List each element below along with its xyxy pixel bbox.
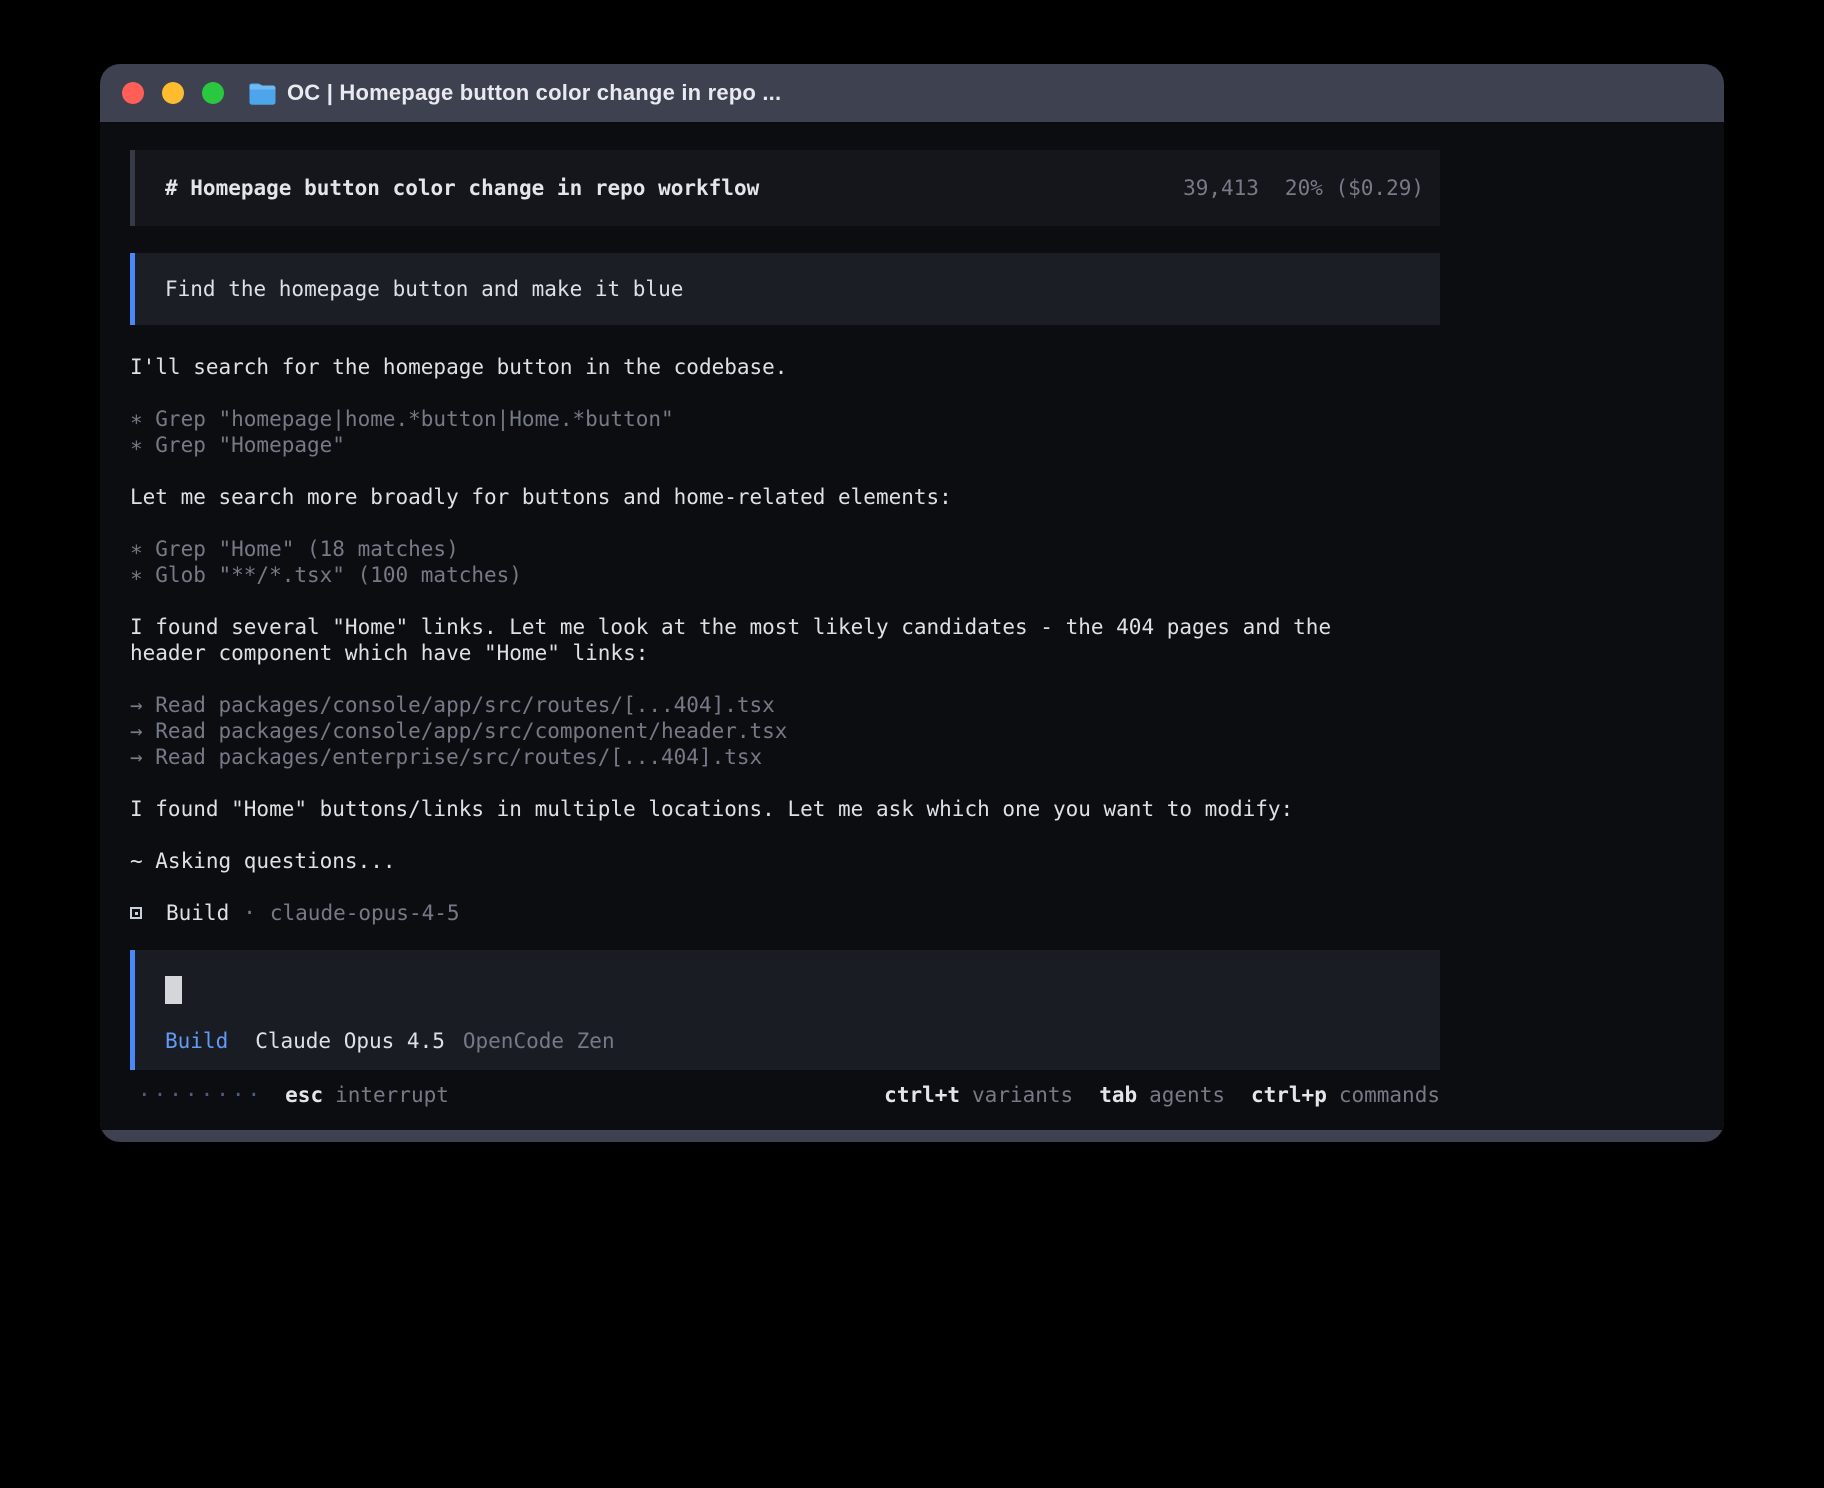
shortcut-label: commands <box>1339 1082 1440 1108</box>
shortcut-variants: ctrl+t variants <box>884 1082 1073 1108</box>
folder-icon <box>248 82 276 105</box>
tool-call-read: → Read packages/console/app/src/routes/[… <box>130 692 1440 718</box>
tool-call-glob: ∗ Glob "**/*.tsx" (100 matches) <box>130 562 1440 588</box>
assistant-text: I found several "Home" links. Let me loo… <box>130 614 1440 666</box>
terminal-window: OC | Homepage button color change in rep… <box>100 64 1724 1142</box>
status-bar: ········ esc interrupt ctrl+t variants t… <box>130 1082 1440 1108</box>
spinner-dots-icon: ········ <box>138 1082 263 1108</box>
window-title: OC | Homepage button color change in rep… <box>287 80 781 106</box>
agent-separator: · <box>243 900 256 926</box>
shortcut-key: ctrl+p <box>1251 1082 1327 1108</box>
provider-label: OpenCode Zen <box>463 1028 615 1054</box>
shortcut-key: ctrl+t <box>884 1082 960 1108</box>
assistant-transcript: I'll search for the homepage button in t… <box>130 354 1440 926</box>
agent-status-row: Build · claude-opus-4-5 <box>130 900 1440 926</box>
shortcut-agents: tab agents <box>1099 1082 1225 1108</box>
titlebar[interactable]: OC | Homepage button color change in rep… <box>100 64 1724 122</box>
traffic-lights <box>122 82 224 104</box>
esc-label: interrupt <box>335 1082 449 1108</box>
assistant-text: I'll search for the homepage button in t… <box>130 354 1440 380</box>
minimize-button[interactable] <box>162 82 184 104</box>
shortcut-label: variants <box>972 1082 1073 1108</box>
model-label: Claude Opus 4.5 <box>255 1028 445 1054</box>
tool-calls: ∗ Grep "homepage|home.*button|Home.*butt… <box>130 406 1440 458</box>
transcript-line: I found several "Home" links. Let me loo… <box>130 614 1440 640</box>
session-header: # Homepage button color change in repo w… <box>130 150 1440 226</box>
shortcut-label: agents <box>1149 1082 1225 1108</box>
mode-label: Build <box>165 1028 228 1054</box>
context-usage: 20% ($0.29) <box>1285 175 1424 201</box>
transcript-line: I found "Home" buttons/links in multiple… <box>130 796 1440 822</box>
assistant-text: Let me search more broadly for buttons a… <box>130 484 1440 510</box>
asking-questions-status: ~ Asking questions... <box>130 848 1440 874</box>
esc-hint: esc interrupt <box>285 1082 449 1108</box>
tool-calls: → Read packages/console/app/src/routes/[… <box>130 692 1440 770</box>
agent-name: Build <box>166 900 229 926</box>
esc-key: esc <box>285 1082 323 1108</box>
user-message: Find the homepage button and make it blu… <box>130 253 1440 325</box>
tool-calls: ∗ Grep "Home" (18 matches) ∗ Glob "**/*.… <box>130 536 1440 588</box>
shortcut-key: tab <box>1099 1082 1137 1108</box>
agent-model: claude-opus-4-5 <box>270 900 460 926</box>
assistant-text: I found "Home" buttons/links in multiple… <box>130 796 1440 822</box>
tool-call-read: → Read packages/console/app/src/componen… <box>130 718 1440 744</box>
transcript-line: ~ Asking questions... <box>130 848 1440 874</box>
prompt-input[interactable]: Build Claude Opus 4.5 OpenCode Zen <box>130 950 1440 1070</box>
text-cursor <box>165 976 182 1004</box>
terminal-content: # Homepage button color change in repo w… <box>100 122 1724 1130</box>
transcript-line: header component which have "Home" links… <box>130 640 1440 666</box>
zoom-button[interactable] <box>202 82 224 104</box>
close-button[interactable] <box>122 82 144 104</box>
tool-call-read: → Read packages/enterprise/src/routes/[.… <box>130 744 1440 770</box>
shortcut-commands: ctrl+p commands <box>1251 1082 1440 1108</box>
token-count: 39,413 <box>1183 175 1259 201</box>
user-message-text: Find the homepage button and make it blu… <box>165 277 683 301</box>
transcript-line: Let me search more broadly for buttons a… <box>130 484 1440 510</box>
tool-call-grep: ∗ Grep "Home" (18 matches) <box>130 536 1440 562</box>
input-meta: Build Claude Opus 4.5 OpenCode Zen <box>165 1028 1424 1054</box>
transcript-line: I'll search for the homepage button in t… <box>130 354 1440 380</box>
tool-call-grep: ∗ Grep "homepage|home.*button|Home.*butt… <box>130 406 1440 432</box>
agent-icon <box>130 907 142 919</box>
session-title: # Homepage button color change in repo w… <box>165 175 759 201</box>
tool-call-grep: ∗ Grep "Homepage" <box>130 432 1440 458</box>
session-stats: 39,413 20% ($0.29) <box>1183 175 1424 201</box>
